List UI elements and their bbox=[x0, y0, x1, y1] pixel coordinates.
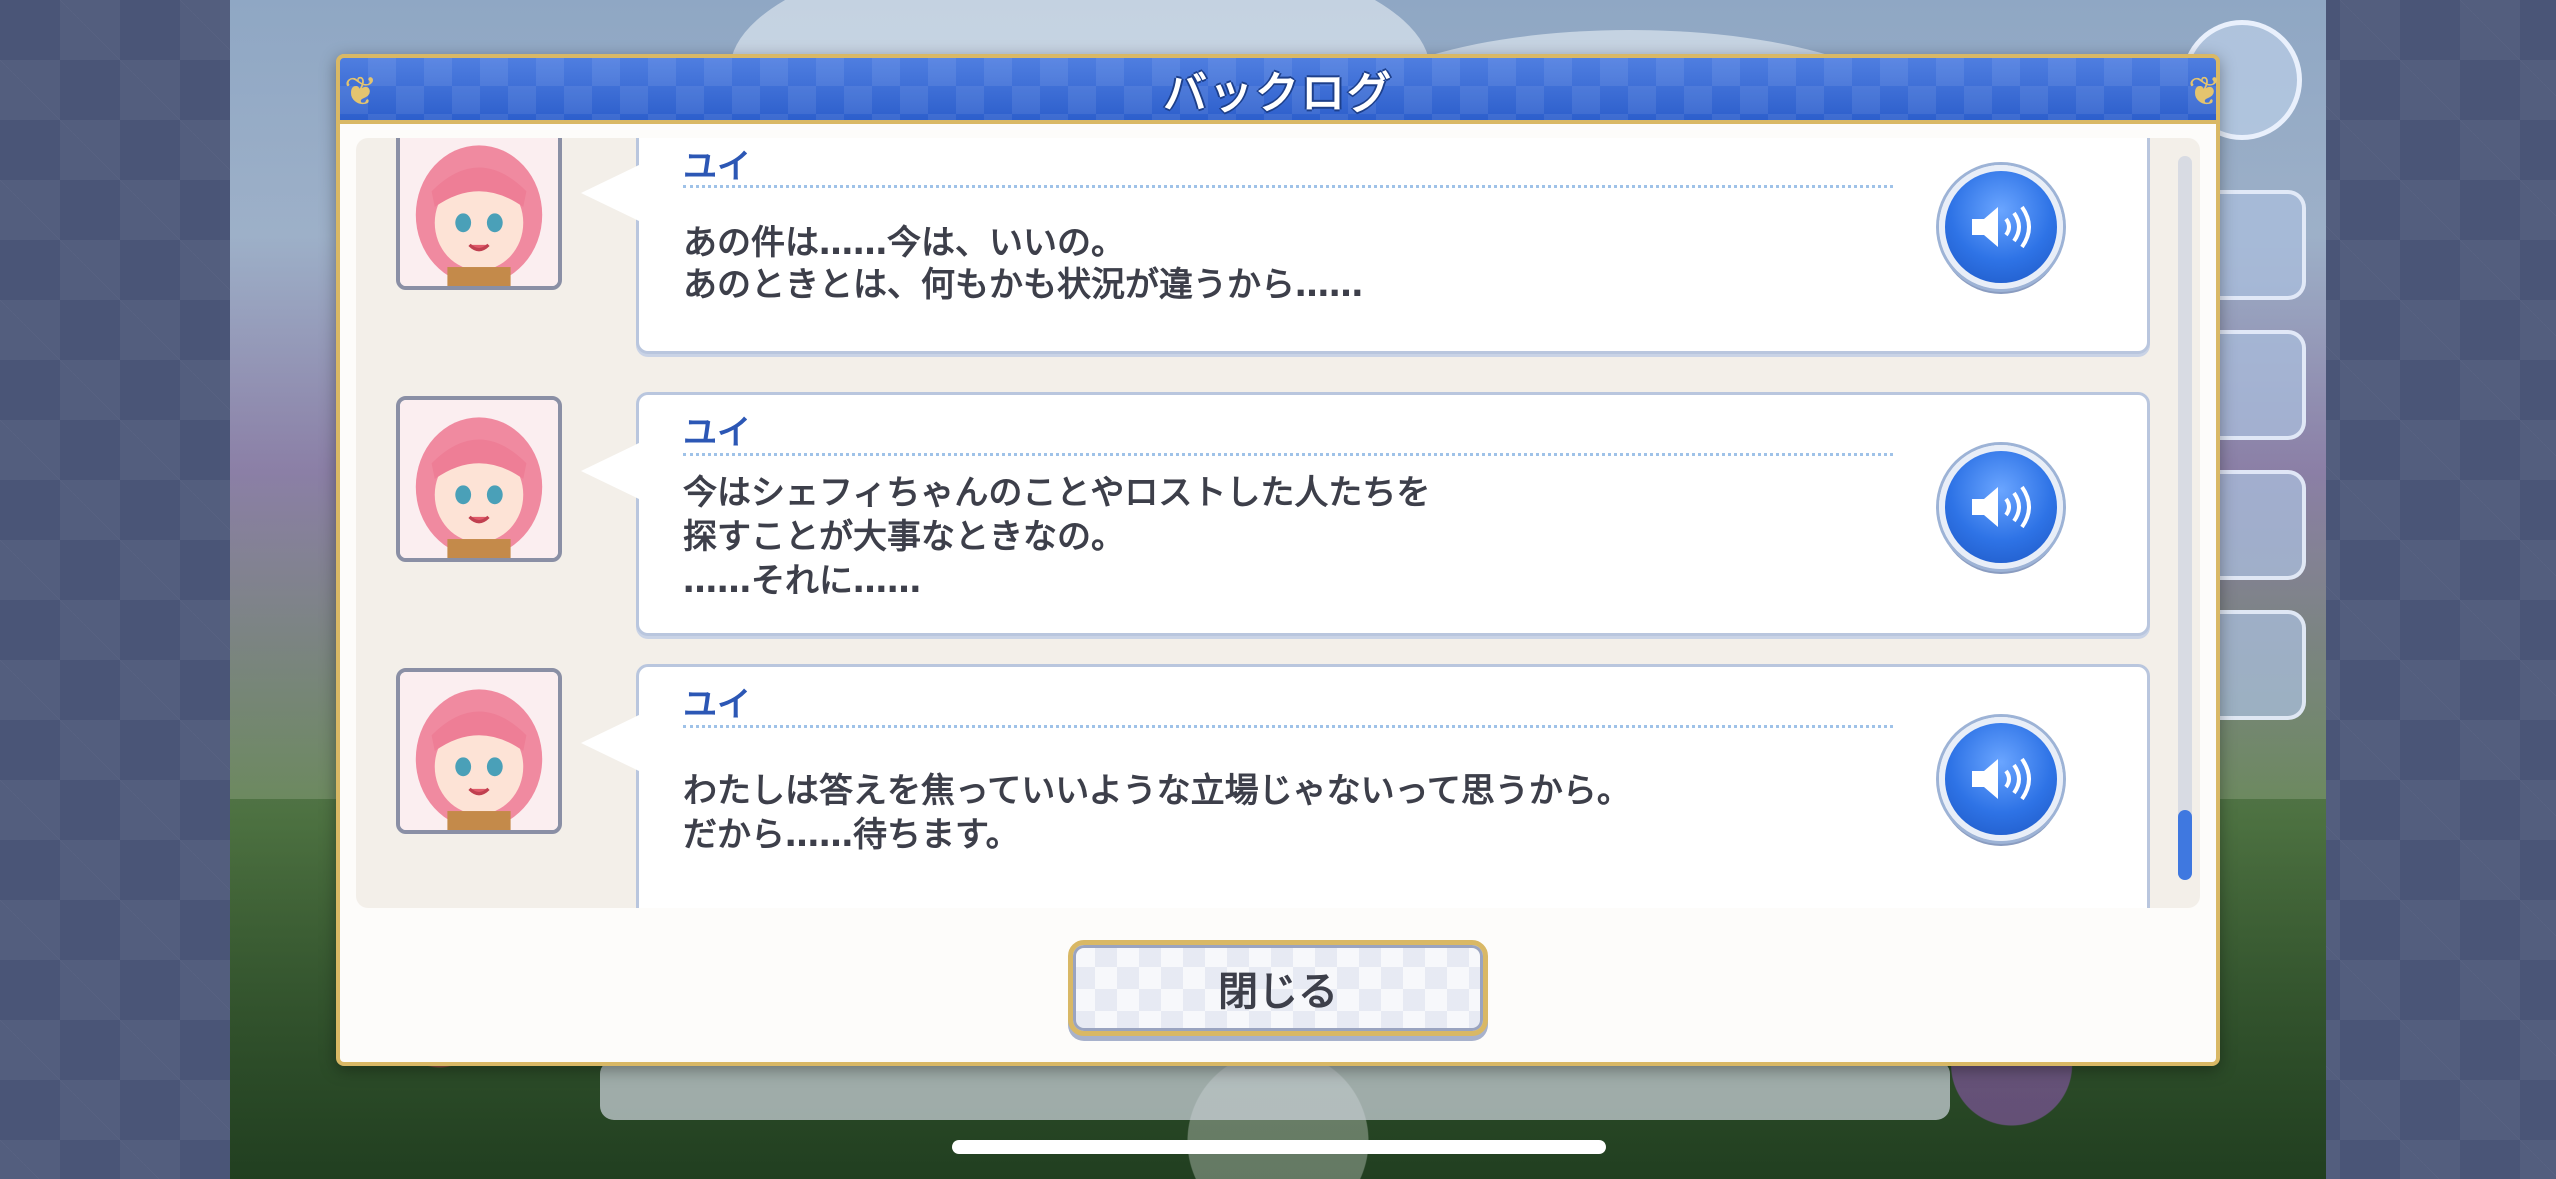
bubble-tail bbox=[581, 443, 639, 499]
speaker-volume-icon bbox=[1972, 205, 2031, 249]
message-line: 探すことが大事なときなの。 bbox=[683, 517, 1125, 557]
character-portrait-icon bbox=[400, 138, 558, 286]
home-indicator[interactable] bbox=[952, 1140, 1606, 1154]
name-divider bbox=[683, 453, 1893, 456]
message-line: あのときとは、何もかも状況が違うから…… bbox=[683, 265, 1363, 305]
voice-play-button[interactable] bbox=[1939, 165, 2063, 289]
voice-play-button[interactable] bbox=[1939, 445, 2063, 569]
message-bubble: ユイ わたしは答えを焦っていいような立場じゃないって思うから。 だから……待ちま… bbox=[581, 664, 2150, 908]
corner-ornament-left: ❦ bbox=[344, 69, 378, 115]
scene-bottom-bar bbox=[600, 1060, 1950, 1120]
message-bubble: ユイ 今はシェフィちゃんのことやロストした人たちを 探すことが大事なときなの。 … bbox=[581, 392, 2150, 636]
speaker-name: ユイ bbox=[683, 413, 751, 453]
backlog-entry: ユイ わたしは答えを焦っていいような立場じゃないって思うから。 だから……待ちま… bbox=[356, 664, 2150, 908]
scrollbar[interactable] bbox=[2178, 156, 2192, 880]
speaker-name: ユイ bbox=[683, 685, 751, 725]
backlog-entry: ユイ あの件は……今は、いいの。 あのときとは、何もかも状況が違うから…… bbox=[356, 138, 2150, 374]
close-button[interactable]: 閉じる bbox=[1068, 940, 1488, 1036]
character-portrait-icon bbox=[400, 672, 558, 830]
corner-ornament-right: ❦ bbox=[2188, 69, 2222, 115]
bubble-tail bbox=[581, 715, 639, 771]
character-avatar bbox=[396, 396, 562, 562]
speaker-name: ユイ bbox=[683, 147, 751, 187]
message-line: 今はシェフィちゃんのことやロストした人たちを bbox=[683, 473, 1431, 513]
message-line: わたしは答えを焦っていいような立場じゃないって思うから。 bbox=[683, 771, 1631, 811]
message-bubble: ユイ あの件は……今は、いいの。 あのときとは、何もかも状況が違うから…… bbox=[581, 138, 2150, 354]
message-line: だから……待ちます。 bbox=[683, 815, 1020, 855]
backlog-entry: ユイ 今はシェフィちゃんのことやロストした人たちを 探すことが大事なときなの。 … bbox=[356, 392, 2150, 646]
backlog-dialog: ❦ バックログ ❦ ユイ あの件は……今は、いいの。 あのときとは、何もかも状況… bbox=[336, 54, 2222, 1066]
dialog-header: ❦ バックログ ❦ bbox=[336, 54, 2222, 124]
speaker-volume-icon bbox=[1972, 485, 2031, 529]
backlog-list[interactable]: ユイ あの件は……今は、いいの。 あのときとは、何もかも状況が違うから…… ユイ… bbox=[356, 138, 2200, 908]
dialog-title: バックログ bbox=[1163, 68, 1393, 119]
name-divider bbox=[683, 725, 1893, 728]
character-avatar bbox=[396, 138, 562, 290]
bubble-tail bbox=[581, 165, 639, 221]
character-portrait-icon bbox=[400, 400, 558, 558]
name-divider bbox=[683, 185, 1893, 188]
character-avatar bbox=[396, 668, 562, 834]
message-line: ……それに…… bbox=[683, 561, 921, 601]
voice-play-button[interactable] bbox=[1939, 717, 2063, 841]
scrollbar-thumb[interactable] bbox=[2178, 810, 2192, 880]
speaker-volume-icon bbox=[1972, 757, 2031, 801]
